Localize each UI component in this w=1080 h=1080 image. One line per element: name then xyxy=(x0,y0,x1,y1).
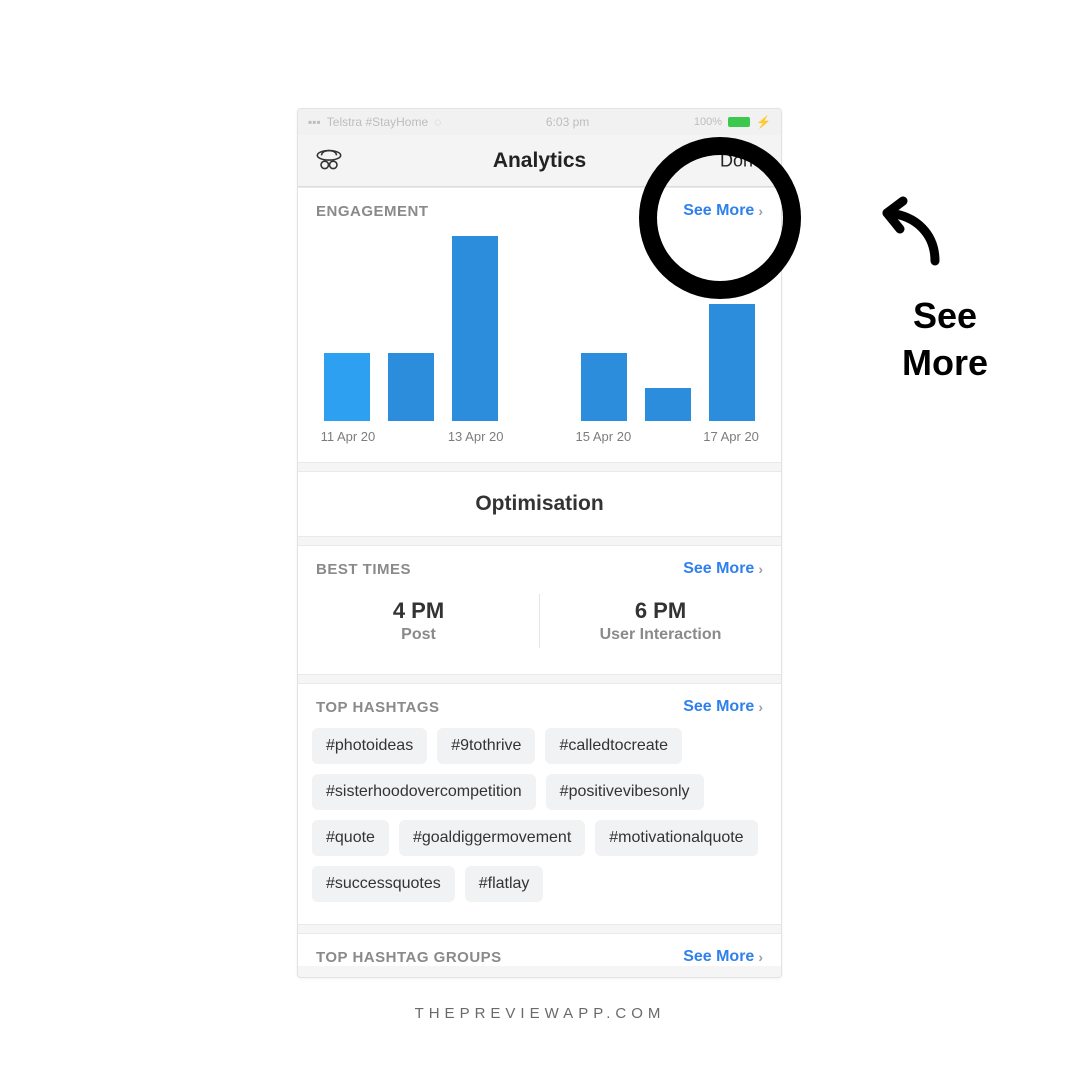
charging-icon: ⚡ xyxy=(756,115,771,129)
top-hashtags-card: TOP HASHTAGS See More › #photoideas #9tot… xyxy=(298,683,781,925)
top-hashtag-groups-card: TOP HASHTAG GROUPS See More › xyxy=(298,933,781,966)
hashtag-chip[interactable]: #sisterhoodovercompetition xyxy=(312,774,536,810)
phone-frame: ▪▪▪ Telstra #StayHome ◌ 6:03 pm 100% ⚡ A… xyxy=(297,108,782,978)
chevron-right-icon: › xyxy=(758,699,763,715)
best-time-value: 6 PM xyxy=(540,598,781,624)
carrier-text: Telstra #StayHome xyxy=(327,115,428,129)
engagement-title: ENGAGEMENT xyxy=(316,203,429,220)
signal-icon: ▪▪▪ xyxy=(308,115,321,129)
screen-header: Analytics Done xyxy=(298,135,781,187)
hashtag-chip[interactable]: #9tothrive xyxy=(437,728,535,764)
chart-bar xyxy=(707,236,757,421)
chart-bar xyxy=(579,236,629,421)
battery-pct: 100% xyxy=(694,116,722,128)
hashtag-chip[interactable]: #flatlay xyxy=(465,866,544,902)
content-scroll[interactable]: ENGAGEMENT See More › 11 Apr 20.13 Apr 2… xyxy=(298,187,781,977)
battery-icon xyxy=(728,117,750,127)
best-times-see-more[interactable]: See More › xyxy=(683,560,763,578)
chevron-right-icon: › xyxy=(758,561,763,577)
chart-x-label: 15 Apr 20 xyxy=(571,429,635,444)
chart-x-label: 11 Apr 20 xyxy=(316,429,380,444)
chevron-right-icon: › xyxy=(758,949,763,965)
chart-bar xyxy=(322,236,372,421)
chart-bar xyxy=(450,236,500,421)
hashtag-chip[interactable]: #successquotes xyxy=(312,866,455,902)
top-hashtags-see-more[interactable]: See More › xyxy=(683,698,763,716)
optimisation-title: Optimisation xyxy=(298,492,781,516)
chart-x-label: 17 Apr 20 xyxy=(699,429,763,444)
incognito-icon[interactable] xyxy=(312,141,346,180)
top-hashtags-title: TOP HASHTAGS xyxy=(316,699,440,716)
best-times-title: BEST TIMES xyxy=(316,561,411,578)
best-time-column: 4 PM Post xyxy=(298,594,539,648)
engagement-see-more[interactable]: See More › xyxy=(683,202,763,220)
top-hashtag-groups-see-more[interactable]: See More › xyxy=(683,948,763,966)
hashtag-chip[interactable]: #calledtocreate xyxy=(545,728,682,764)
best-time-label: User Interaction xyxy=(540,626,781,644)
chart-bar xyxy=(643,236,693,421)
best-time-column: 6 PM User Interaction xyxy=(539,594,781,648)
wifi-icon: ◌ xyxy=(434,115,441,129)
hashtag-chip[interactable]: #quote xyxy=(312,820,389,856)
annotation-arrow-icon xyxy=(875,195,955,280)
best-time-label: Post xyxy=(298,626,539,644)
done-button[interactable]: Done xyxy=(720,150,763,171)
chevron-right-icon: › xyxy=(758,203,763,219)
hashtag-chip[interactable]: #positivevibesonly xyxy=(546,774,704,810)
best-times-card: BEST TIMES See More › 4 PM Post6 PM User I… xyxy=(298,545,781,675)
optimisation-header: Optimisation xyxy=(298,471,781,537)
annotation-text: See More xyxy=(870,293,1020,387)
top-hashtag-groups-title: TOP HASHTAG GROUPS xyxy=(316,949,502,966)
status-time: 6:03 pm xyxy=(546,115,589,129)
engagement-card: ENGAGEMENT See More › 11 Apr 20.13 Apr 2… xyxy=(298,187,781,463)
footer-watermark: THEPREVIEWAPP.COM xyxy=(0,1005,1080,1022)
best-time-value: 4 PM xyxy=(298,598,539,624)
engagement-chart: 11 Apr 20.13 Apr 20.15 Apr 20.17 Apr 20 xyxy=(298,230,781,462)
status-bar: ▪▪▪ Telstra #StayHome ◌ 6:03 pm 100% ⚡ xyxy=(298,109,781,135)
hashtag-chip[interactable]: #goaldiggermovement xyxy=(399,820,585,856)
hashtag-chip[interactable]: #photoideas xyxy=(312,728,427,764)
hashtag-chip[interactable]: #motivationalquote xyxy=(595,820,757,856)
page-title: Analytics xyxy=(493,149,586,173)
chart-x-label: 13 Apr 20 xyxy=(444,429,508,444)
chart-bar xyxy=(514,236,564,421)
chart-bar xyxy=(386,236,436,421)
